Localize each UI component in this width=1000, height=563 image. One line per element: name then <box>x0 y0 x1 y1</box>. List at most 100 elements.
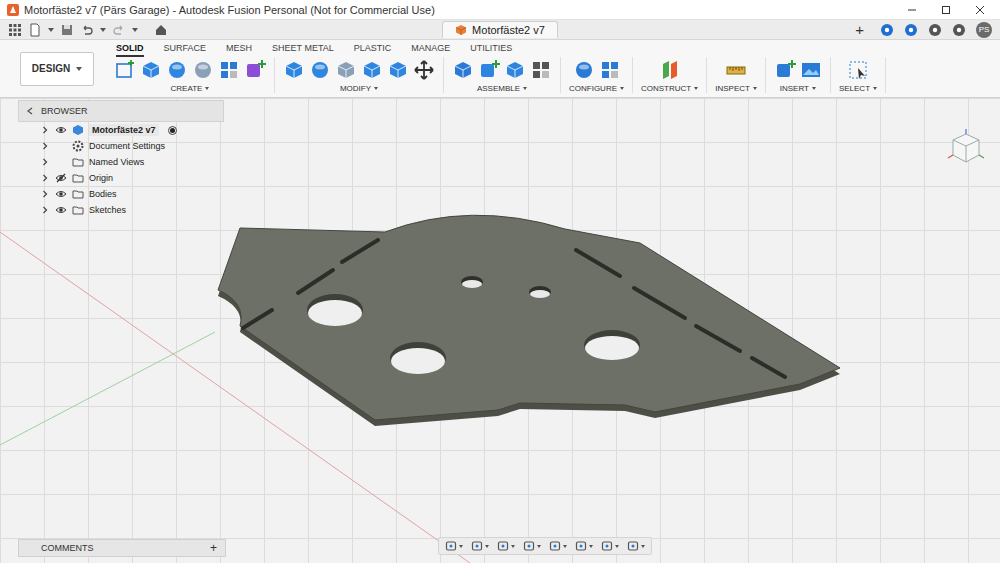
display-settings-caret-icon[interactable] <box>589 545 593 548</box>
extrude-icon[interactable] <box>140 59 162 81</box>
tool-group-menu[interactable]: INSERT <box>780 84 816 93</box>
press-pull-icon[interactable] <box>283 59 305 81</box>
maximize-icon[interactable] <box>940 4 952 16</box>
insert-derive-icon[interactable] <box>774 59 796 81</box>
comments-bar[interactable]: COMMENTS+ <box>18 539 226 557</box>
new-tab-button[interactable]: + <box>849 22 870 37</box>
home-icon[interactable] <box>154 23 168 37</box>
visible-eye-icon[interactable] <box>55 124 67 136</box>
browser-item[interactable]: Bodies <box>18 186 224 202</box>
browser-item[interactable]: Origin <box>18 170 224 186</box>
toolbar-tab[interactable]: SURFACE <box>164 43 207 57</box>
tool-group-menu[interactable]: INSPECT <box>715 84 757 93</box>
viewport-canvas[interactable]: BROWSERMotorfäste2 v7Document SettingsNa… <box>0 98 1000 563</box>
toolbar-tab[interactable]: PLASTIC <box>354 43 392 57</box>
tool-group: INSERT <box>766 57 831 93</box>
tool-group-menu[interactable]: SELECT <box>839 84 877 93</box>
joint-icon[interactable] <box>478 59 500 81</box>
help-icon[interactable] <box>952 23 966 37</box>
look-at-caret-icon[interactable] <box>485 545 489 548</box>
expand-arrow-icon[interactable] <box>40 157 50 167</box>
undo-caret-icon[interactable] <box>100 28 106 32</box>
look-at-icon[interactable] <box>471 540 483 552</box>
visible-eye-icon[interactable] <box>55 204 67 216</box>
configure-table-icon[interactable] <box>599 59 621 81</box>
notifications-icon[interactable] <box>904 23 918 37</box>
insert-image-icon[interactable] <box>800 59 822 81</box>
viewports-icon[interactable] <box>627 540 639 552</box>
orbit-caret-icon[interactable] <box>459 545 463 548</box>
create-sketch-icon[interactable] <box>114 59 136 81</box>
tool-group: CONFIGURE <box>561 57 633 93</box>
as-built-joint-icon[interactable] <box>504 59 526 81</box>
hole-icon[interactable] <box>192 59 214 81</box>
job-status-icon[interactable] <box>928 23 942 37</box>
view-cube-icon[interactable] <box>946 128 986 168</box>
browser-item[interactable]: Document Settings <box>18 138 224 154</box>
file-caret-icon[interactable] <box>48 28 54 32</box>
viewports-caret-icon[interactable] <box>641 545 645 548</box>
expand-arrow-icon[interactable] <box>40 205 50 215</box>
toolbar-tab[interactable]: SOLID <box>116 43 144 57</box>
tool-group-menu[interactable]: ASSEMBLE <box>477 84 527 93</box>
orbit-icon[interactable] <box>445 540 457 552</box>
plane-icon[interactable] <box>659 59 681 81</box>
create-form-icon[interactable] <box>244 59 266 81</box>
select-icon[interactable] <box>847 59 869 81</box>
expand-arrow-icon[interactable] <box>40 125 50 135</box>
zoom-caret-icon[interactable] <box>537 545 541 548</box>
browser-item[interactable]: Named Views <box>18 154 224 170</box>
display-settings-icon[interactable] <box>575 540 587 552</box>
undo-icon[interactable] <box>80 23 94 37</box>
expand-arrow-icon[interactable] <box>40 189 50 199</box>
tool-group-menu[interactable]: CONFIGURE <box>569 84 624 93</box>
close-icon[interactable] <box>974 4 986 16</box>
revolve-icon[interactable] <box>166 59 188 81</box>
zoom-icon[interactable] <box>523 540 535 552</box>
browser-header[interactable]: BROWSER <box>18 100 224 122</box>
expand-arrow-icon[interactable] <box>40 173 50 183</box>
hidden-eye-icon[interactable] <box>55 172 67 184</box>
grid-settings-icon[interactable] <box>601 540 613 552</box>
visible-eye-icon[interactable] <box>55 188 67 200</box>
parameters-icon[interactable] <box>573 59 595 81</box>
shell-icon[interactable] <box>361 59 383 81</box>
fit-caret-icon[interactable] <box>563 545 567 548</box>
minimize-icon[interactable] <box>906 4 918 16</box>
bill-of-materials-icon[interactable] <box>530 59 552 81</box>
user-avatar[interactable]: PS <box>976 22 992 38</box>
pattern-icon[interactable] <box>218 59 240 81</box>
measure-icon[interactable] <box>725 59 747 81</box>
browser-item[interactable]: Sketches <box>18 202 224 218</box>
data-panel-grid-icon[interactable] <box>8 23 22 37</box>
toolbar-tab[interactable]: UTILITIES <box>470 43 512 57</box>
toolbar-tab[interactable]: SHEET METAL <box>272 43 334 57</box>
workspace-switcher[interactable]: DESIGN <box>20 52 94 86</box>
save-icon[interactable] <box>60 23 74 37</box>
expand-arrow-icon[interactable] <box>40 141 50 151</box>
fit-icon[interactable] <box>549 540 561 552</box>
grid-settings-caret-icon[interactable] <box>615 545 619 548</box>
combine-icon[interactable] <box>387 59 409 81</box>
file-icon[interactable] <box>28 23 42 37</box>
toolbar-tab[interactable]: MESH <box>226 43 252 57</box>
redo-caret-icon[interactable] <box>132 28 138 32</box>
chamfer-icon[interactable] <box>335 59 357 81</box>
move-icon[interactable] <box>413 59 435 81</box>
pan-caret-icon[interactable] <box>511 545 515 548</box>
add-comment-button[interactable]: + <box>210 542 217 554</box>
tool-group-menu[interactable]: CONSTRUCT <box>641 84 698 93</box>
tool-group-menu[interactable]: MODIFY <box>340 84 378 93</box>
extensions-icon[interactable] <box>880 23 894 37</box>
plate-body[interactable] <box>218 215 840 426</box>
pan-icon[interactable] <box>497 540 509 552</box>
toolbar-tab[interactable]: MANAGE <box>411 43 450 57</box>
document-tab[interactable]: Motorfäste2 v7 <box>442 21 558 38</box>
fillet-icon[interactable] <box>309 59 331 81</box>
browser-item[interactable]: Motorfäste2 v7 <box>18 122 224 138</box>
collapse-panel-icon[interactable] <box>25 106 35 116</box>
tool-group-menu[interactable]: CREATE <box>171 84 210 93</box>
new-component-icon[interactable] <box>452 59 474 81</box>
redo-icon[interactable] <box>112 23 126 37</box>
active-component-radio[interactable] <box>168 126 177 135</box>
